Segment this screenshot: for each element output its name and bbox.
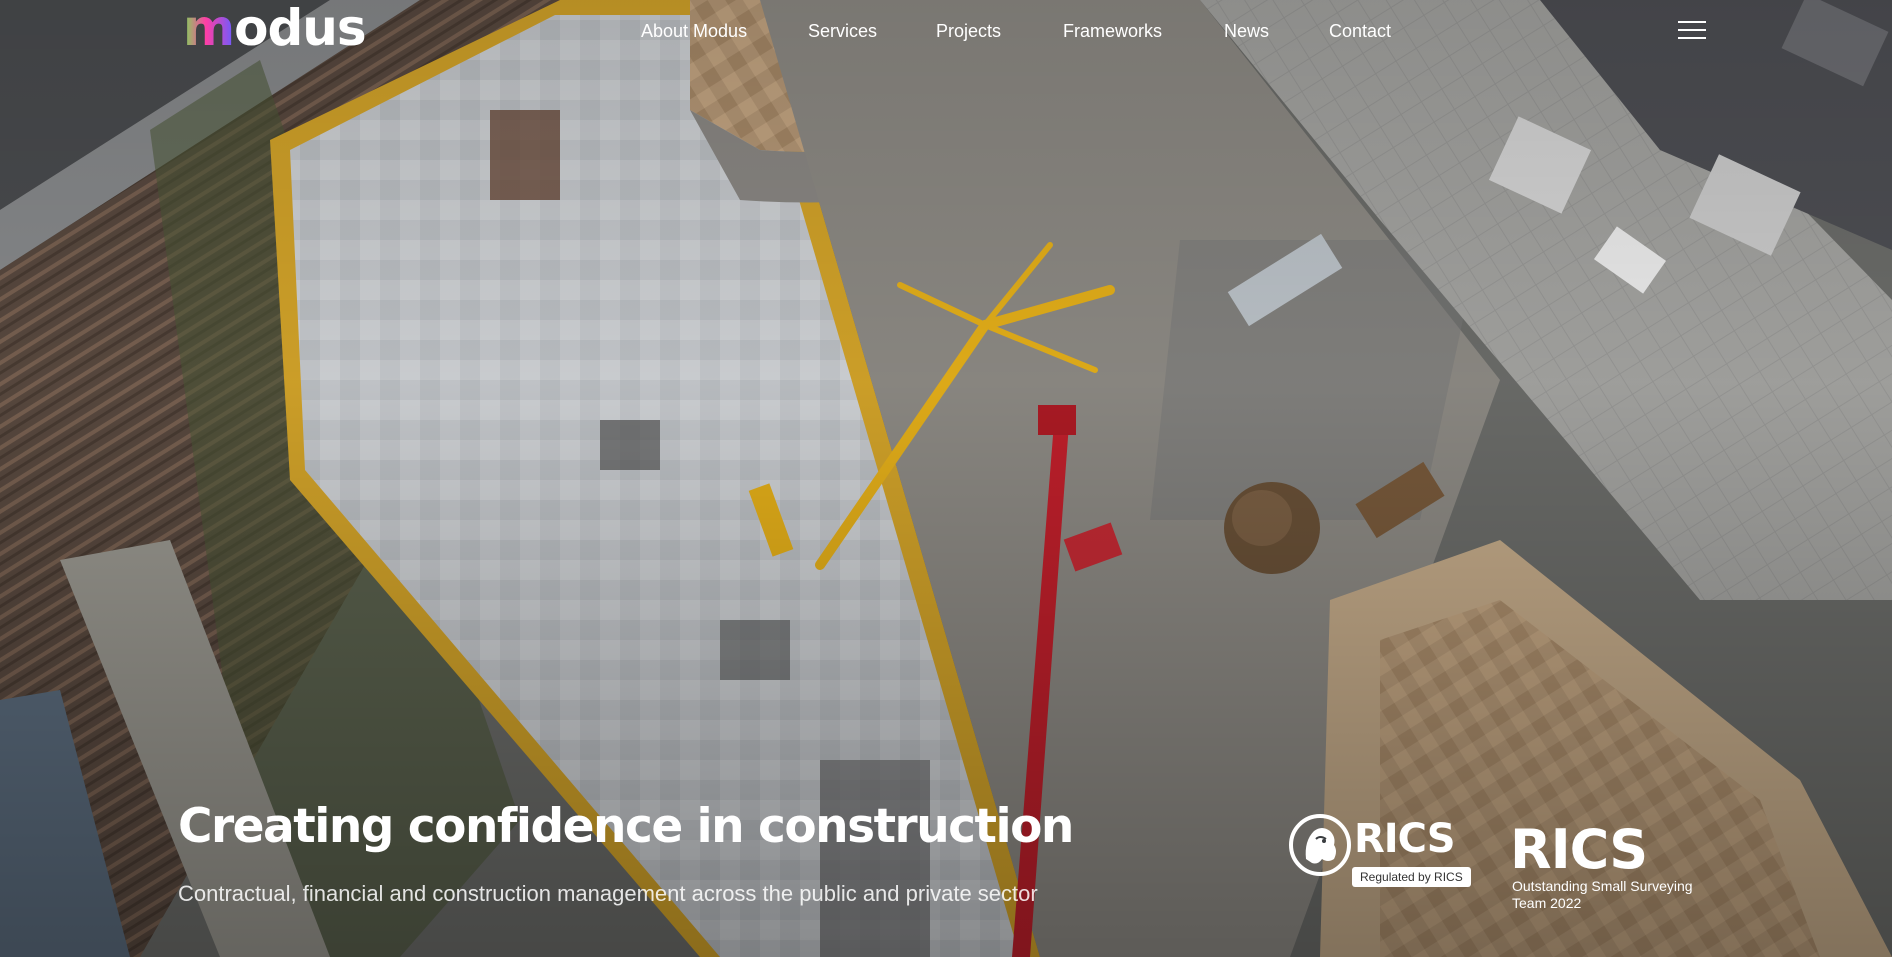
nav-item-contact[interactable]: Contact: [1329, 18, 1391, 44]
award-line-2: Team 2022: [1512, 895, 1582, 911]
hamburger-menu-icon[interactable]: [1676, 18, 1708, 42]
rics-award-wordmark: RICS: [1510, 818, 1648, 881]
rics-award-badge: RICS Outstanding Small Surveying Team 20…: [1510, 823, 1720, 915]
award-line-1: Outstanding Small Surveying: [1512, 878, 1693, 894]
nav-item-projects[interactable]: Projects: [936, 18, 1001, 44]
hero-section: m odus About Modus Services Projects Fram…: [0, 0, 1892, 957]
hero-subtitle: Contractual, financial and construction …: [178, 881, 1038, 906]
rics-regulated-badge: RICS Regulated by RICS: [1288, 811, 1478, 889]
rics-regulated-wordmark: RICS: [1354, 816, 1456, 862]
modus-logo[interactable]: m odus: [183, 0, 367, 57]
nav-item-about[interactable]: About Modus: [641, 18, 747, 44]
regulated-by-rics-label: Regulated by RICS: [1352, 867, 1471, 887]
nav-item-services[interactable]: Services: [808, 18, 877, 44]
hero-title: Creating confidence in construction: [178, 799, 1074, 854]
site-header: m odus About Modus Services Projects Fram…: [0, 0, 1892, 62]
nav-item-news[interactable]: News: [1224, 18, 1269, 44]
logo-wordmark: odus: [234, 0, 366, 57]
logo-gradient-letter: m: [183, 0, 235, 57]
nav-item-frameworks[interactable]: Frameworks: [1063, 18, 1162, 44]
rics-lion-icon: [1289, 814, 1351, 876]
